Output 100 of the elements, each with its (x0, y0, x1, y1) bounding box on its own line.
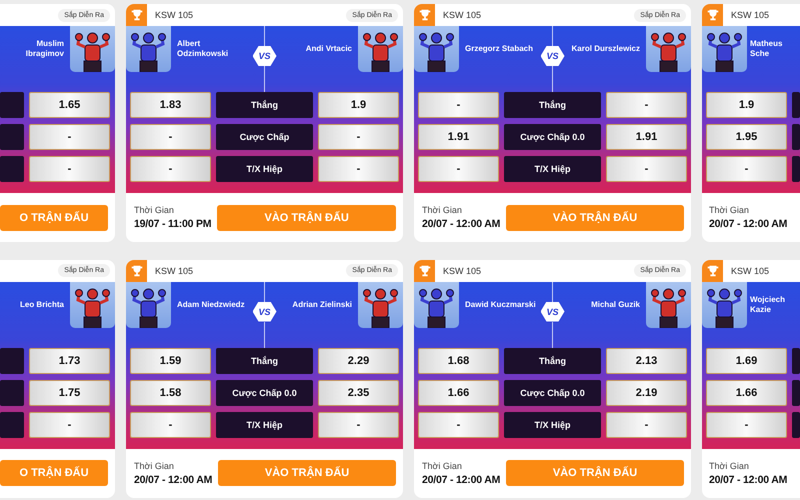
odds-button[interactable]: - (29, 156, 110, 182)
time-label: Thời Gian (134, 205, 175, 215)
odds-button[interactable]: - (706, 412, 787, 438)
fighter-name: Albert Odzimkowski (177, 39, 230, 59)
odds-button[interactable]: 1.95 (706, 124, 787, 150)
versus-badge: VS (540, 46, 564, 66)
fighter-name: Adrian Zielinski (292, 300, 352, 310)
odds-button[interactable]: - (606, 156, 687, 182)
odds-button[interactable]: - (418, 412, 499, 438)
fighter-name: Leo Brichta (20, 300, 64, 310)
odds-button[interactable]: - (318, 156, 399, 182)
odds-button[interactable]: - (130, 156, 211, 182)
market-label: Cược Chấp 0.0 (504, 124, 601, 150)
market-label: T/X Hiệp (504, 156, 601, 182)
market-label: T/X Hiệp (504, 412, 601, 438)
fighter-name: Michal Guzik (591, 300, 640, 310)
odds-button[interactable]: - (318, 124, 399, 150)
time-label: Thời Gian (709, 205, 750, 215)
odds-button[interactable]: 1.83 (130, 92, 211, 118)
event-name: KSW 105 (731, 10, 770, 20)
fighter-name: Adam Niedzwiedz (177, 300, 245, 310)
odds-button[interactable]: - (706, 156, 787, 182)
odds-button[interactable]: 2.29 (318, 348, 399, 374)
odds-button[interactable]: - (606, 92, 687, 118)
time-label: Thời Gian (422, 205, 463, 215)
fighter-portrait (358, 26, 403, 72)
match-time: 19/07 - 11:00 PM (134, 218, 212, 230)
match-time: 20/07 - 12:00 AM (422, 218, 500, 230)
fighter-portrait (646, 282, 691, 328)
event-name: KSW 105 (443, 266, 482, 276)
odds-button[interactable]: 1.69 (706, 348, 787, 374)
odds-button[interactable]: - (418, 156, 499, 182)
fighter-name: Matheus Sche (750, 39, 784, 59)
odds-button[interactable]: 2.19 (606, 380, 687, 406)
odds-button[interactable]: - (29, 124, 110, 150)
odds-button[interactable]: 1.66 (418, 380, 499, 406)
event-name: KSW 105 (155, 10, 194, 20)
odds-button[interactable]: - (606, 412, 687, 438)
odds-button[interactable]: - (130, 412, 211, 438)
odds-button[interactable]: 1.68 (418, 348, 499, 374)
market-label: Cược Chấp 0.0 (216, 380, 313, 406)
match-time: 20/07 - 12:00 AM (709, 218, 788, 230)
market-label-background (792, 92, 800, 118)
time-label: Thời Gian (709, 460, 750, 470)
market-label: Thắng (216, 348, 313, 374)
odds-button[interactable]: - (318, 412, 399, 438)
fighter-name: Wojciech Kazie (750, 294, 786, 314)
market-label-background (0, 92, 24, 118)
odds-button[interactable]: - (418, 92, 499, 118)
event-name: KSW 105 (731, 266, 770, 276)
market-label: Cược Chấp 0.0 (504, 380, 601, 406)
market-label-background (792, 156, 800, 182)
match-time: 20/07 - 12:00 AM (422, 474, 500, 486)
market-label-background (792, 412, 800, 438)
fighter-portrait (70, 26, 115, 72)
fighter-name: Andi Vrtacic (306, 44, 352, 54)
fighter-portrait (702, 26, 747, 72)
odds-button[interactable]: 1.65 (29, 92, 110, 118)
odds-button[interactable]: 1.75 (29, 380, 110, 406)
fighter-portrait (70, 282, 115, 328)
time-label: Thời Gian (422, 460, 463, 470)
fighter-portrait (646, 26, 691, 72)
market-label: T/X Hiệp (216, 412, 313, 438)
odds-button[interactable]: 1.9 (318, 92, 399, 118)
odds-button[interactable]: 2.13 (606, 348, 687, 374)
versus-badge: VS (252, 46, 276, 66)
market-label-background (0, 124, 24, 150)
odds-button[interactable]: 1.91 (606, 124, 687, 150)
fighter-name: Grzegorz Stabach (465, 44, 534, 54)
odds-button[interactable]: - (29, 412, 110, 438)
versus-badge: VS (540, 302, 564, 322)
market-label-background (0, 156, 24, 182)
fighter-name: Muslim Ibragimov (24, 39, 64, 59)
market-label: Cược Chấp (216, 124, 313, 150)
fighter-portrait (126, 282, 171, 328)
fighter-portrait (414, 282, 459, 328)
odds-button[interactable]: 1.58 (130, 380, 211, 406)
odds-button[interactable]: 1.73 (29, 348, 110, 374)
odds-button[interactable]: 2.35 (318, 380, 399, 406)
odds-button[interactable]: 1.59 (130, 348, 211, 374)
event-name: KSW 105 (443, 10, 482, 20)
odds-button[interactable]: 1.66 (706, 380, 787, 406)
market-label: T/X Hiệp (216, 156, 313, 182)
market-label-background (792, 380, 800, 406)
market-label-background (792, 124, 800, 150)
market-label-background (0, 380, 24, 406)
time-label: Thời Gian (134, 460, 175, 470)
odds-button[interactable]: 1.91 (418, 124, 499, 150)
event-name: KSW 105 (155, 266, 194, 276)
market-label-background (792, 348, 800, 374)
fighter-portrait (414, 26, 459, 72)
versus-badge: VS (252, 302, 276, 322)
odds-button[interactable]: 1.9 (706, 92, 787, 118)
odds-button[interactable]: - (130, 124, 211, 150)
match-time: 20/07 - 12:00 AM (709, 474, 788, 486)
fighter-portrait (702, 282, 747, 328)
market-label: Thắng (504, 348, 601, 374)
fighter-portrait (358, 282, 403, 328)
fighter-portrait (126, 26, 171, 72)
market-label-background (0, 348, 24, 374)
